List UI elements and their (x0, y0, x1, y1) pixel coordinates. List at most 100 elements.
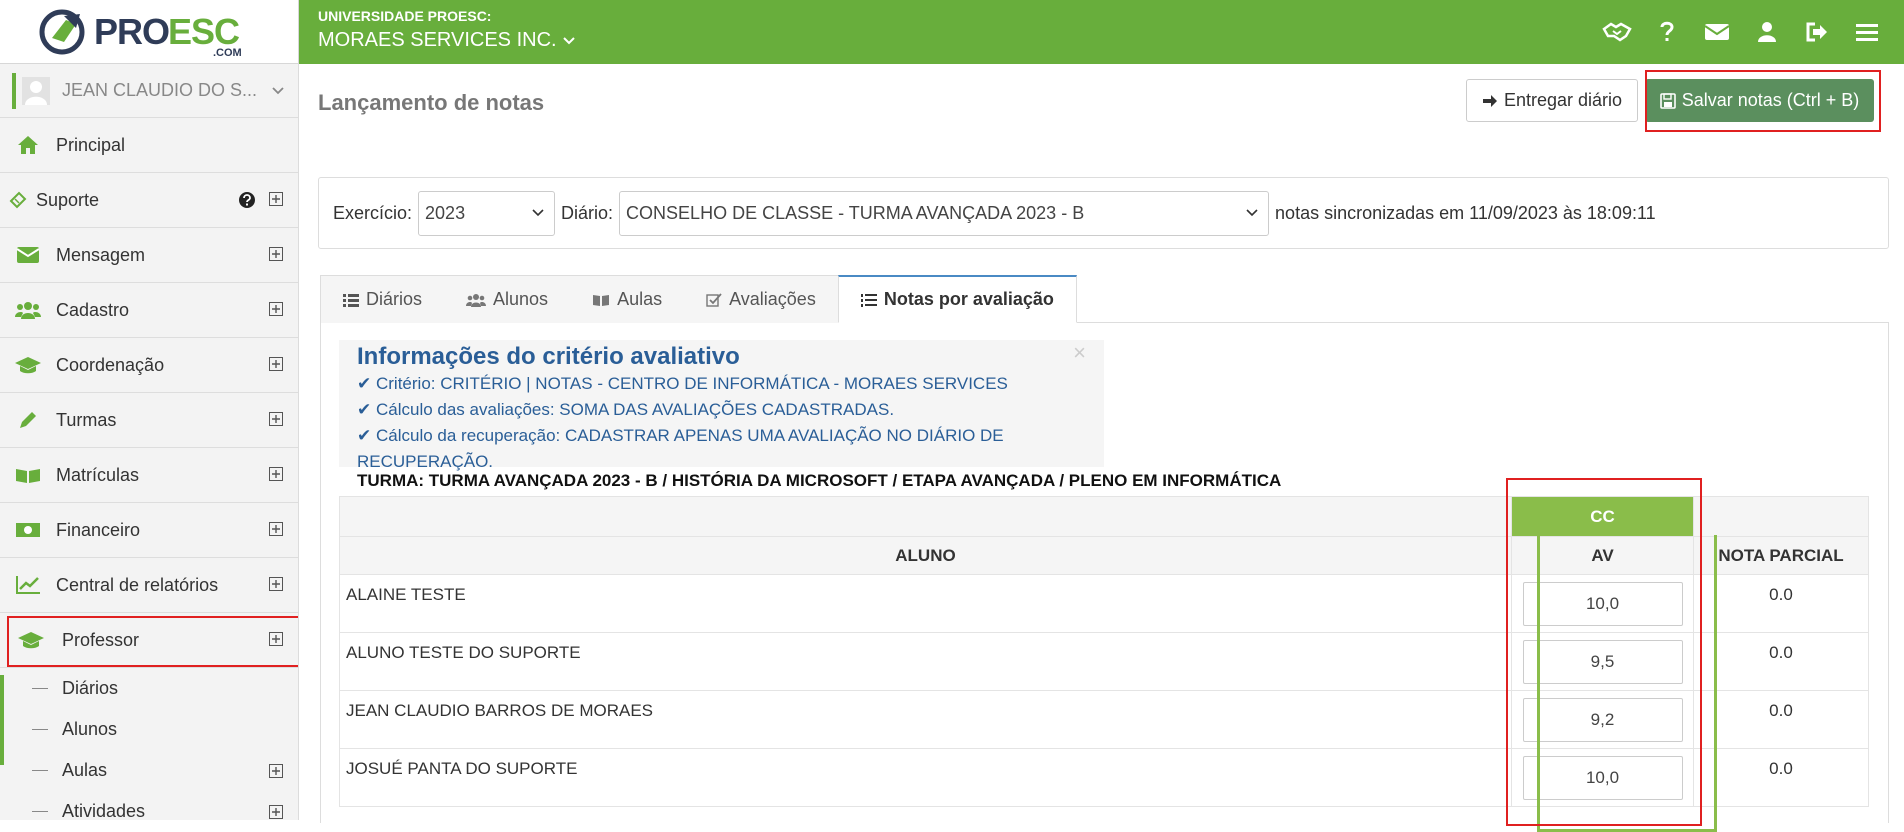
expand-icon[interactable] (269, 467, 283, 481)
expand-icon[interactable] (269, 577, 283, 591)
sidebar-item-principal[interactable]: Principal (0, 118, 298, 173)
diario-select[interactable]: CONSELHO DE CLASSE - TURMA AVANÇADA 2023… (619, 190, 1270, 236)
handshake-icon[interactable] (1592, 0, 1642, 64)
question-icon[interactable] (1642, 0, 1692, 64)
expand-icon[interactable] (269, 247, 283, 261)
page-title: Lançamento de notas (318, 90, 545, 115)
sidebar-item-coordenacao[interactable]: Coordenação (0, 338, 298, 393)
student-name: JOSUÉ PANTA DO SUPORTE (339, 748, 1512, 807)
sidebar-item-label: Principal (56, 134, 126, 155)
help-circle-icon[interactable] (238, 191, 256, 209)
sidebar-item-label: Financeiro (56, 519, 141, 540)
table-row: JOSUÉ PANTA DO SUPORTE 10,0 0.0 (339, 748, 1869, 807)
sidebar-subitem-alunos[interactable]: Alunos (0, 709, 298, 750)
tab-diarios[interactable]: Diários (320, 275, 445, 323)
expand-icon[interactable] (269, 412, 283, 426)
tree-dash (32, 729, 48, 730)
close-icon[interactable]: × (1073, 340, 1086, 366)
top-bar: PRO ESC .COM UNIVERSIDADE PROESC: MORAES… (0, 0, 1904, 64)
main-content: Lançamento de notas Entregar diário Salv… (300, 64, 1904, 832)
bars-icon[interactable] (1842, 0, 1892, 64)
sidebar-item-turmas[interactable]: Turmas (0, 393, 298, 448)
org-selector[interactable]: MORAES SERVICES INC. (318, 29, 575, 52)
grade-cell: 9,5 (1511, 632, 1694, 691)
org-name: MORAES SERVICES INC. (318, 29, 557, 51)
sidebar-subitem-label: Atividades (62, 801, 146, 820)
grade-input[interactable]: 9,2 (1522, 697, 1683, 742)
tree-dash (32, 811, 48, 812)
expand-icon[interactable] (269, 192, 283, 206)
nota-parcial: 0.0 (1693, 574, 1869, 633)
sidebar: JEAN CLAUDIO DO S... Principal Suporte M… (0, 64, 299, 820)
sidebar-item-label: Central de relatórios (56, 574, 219, 595)
info-line: ✔ Cálculo das avaliações: SOMA DAS AVALI… (357, 397, 1086, 423)
logo[interactable]: PRO ESC .COM (0, 0, 299, 64)
av-header: AV (1511, 536, 1694, 575)
table-row: ALUNO TESTE DO SUPORTE 9,5 0.0 (339, 632, 1869, 691)
user-name: JEAN CLAUDIO DO S... (62, 80, 258, 100)
sidebar-item-cadastro[interactable]: Cadastro (0, 283, 298, 338)
sidebar-item-professor[interactable]: Professor (0, 613, 298, 668)
info-line-text: Critério: CRITÉRIO | NOTAS - CENTRO DE I… (375, 374, 1008, 393)
diario-label: Diário: (561, 202, 614, 223)
aluno-header: ALUNO (339, 536, 1512, 575)
envelope-icon (0, 246, 56, 264)
sidebar-item-matriculas[interactable]: Matrículas (0, 448, 298, 503)
sidebar-item-label: Matrículas (56, 464, 140, 485)
expand-icon[interactable] (269, 805, 283, 819)
entregar-diario-label: Entregar diário (1503, 90, 1623, 110)
exercicio-label: Exercício: (333, 202, 413, 223)
user-icon[interactable] (1742, 0, 1792, 64)
envelope-icon[interactable] (1692, 0, 1742, 64)
expand-icon[interactable] (269, 357, 283, 371)
check-icon: ✔ (357, 426, 372, 445)
sidebar-item-suporte[interactable]: Suporte (0, 173, 298, 228)
graduation-cap-icon (0, 355, 56, 375)
svg-text:.COM: .COM (213, 47, 242, 58)
sidebar-subitem-diarios[interactable]: Diários (0, 668, 298, 709)
exercicio-select[interactable]: 2023 (418, 190, 556, 236)
sidebar-item-mensagem[interactable]: Mensagem (0, 228, 298, 283)
tab-aulas[interactable]: Aulas (570, 275, 685, 323)
expand-icon[interactable] (269, 522, 283, 536)
expand-icon[interactable] (269, 632, 283, 646)
tab-notas-por-avaliacao[interactable]: Notas por avaliação (837, 275, 1077, 323)
grade-input[interactable]: 10,0 (1522, 755, 1683, 800)
grade-input[interactable]: 10,0 (1522, 581, 1683, 626)
grade-input[interactable]: 9,5 (1522, 639, 1683, 684)
expand-icon[interactable] (269, 302, 283, 316)
exercicio-value: 2023 (425, 202, 466, 223)
tabs: Diários Alunos Aulas Avaliações Notas po… (320, 275, 1889, 323)
top-icons (1592, 0, 1892, 64)
sidebar-subitem-label: Alunos (62, 719, 118, 739)
sidebar-subitem-atividades[interactable]: Atividades (0, 791, 298, 820)
sync-status: notas sincronizadas em 11/09/2023 às 18:… (1275, 202, 1656, 223)
list-ol-icon (860, 293, 877, 307)
book-icon (0, 466, 56, 484)
avatar (22, 76, 50, 105)
criterio-info-box: Informações do critério avaliativo ✔ Cri… (339, 340, 1104, 471)
tab-alunos[interactable]: Alunos (444, 275, 571, 323)
line-chart-icon (0, 575, 56, 595)
tab-content: Informações do critério avaliativo ✔ Cri… (320, 323, 1889, 832)
sidebar-subitem-aulas[interactable]: Aulas (0, 750, 298, 791)
info-line: ✔ Cálculo da recuperação: CADASTRAR APEN… (357, 423, 1086, 475)
student-name: JEAN CLAUDIO BARROS DE MORAES (339, 690, 1512, 749)
sign-out-icon[interactable] (1792, 0, 1842, 64)
cc-group-header: CC (1511, 496, 1694, 537)
tab-avaliacoes[interactable]: Avaliações (684, 275, 838, 323)
sidebar-item-label: Turmas (56, 409, 117, 430)
user-menu[interactable]: JEAN CLAUDIO DO S... (0, 64, 298, 118)
expand-icon[interactable] (269, 764, 283, 778)
diario-value: CONSELHO DE CLASSE - TURMA AVANÇADA 2023… (626, 202, 1085, 223)
sidebar-item-financeiro[interactable]: Financeiro (0, 503, 298, 558)
tree-dash (32, 770, 48, 771)
users-icon (0, 300, 56, 320)
chevron-down-icon (1246, 209, 1258, 217)
nota-parcial: 0.0 (1693, 632, 1869, 691)
turma-title: TURMA: TURMA AVANÇADA 2023 - B / HISTÓRI… (357, 471, 1282, 490)
entregar-diario-button[interactable]: Entregar diário (1466, 79, 1638, 122)
empty-header-cell (339, 496, 1512, 537)
sidebar-item-central-relatorios[interactable]: Central de relatórios (0, 558, 298, 613)
tab-label: Alunos (493, 289, 549, 309)
